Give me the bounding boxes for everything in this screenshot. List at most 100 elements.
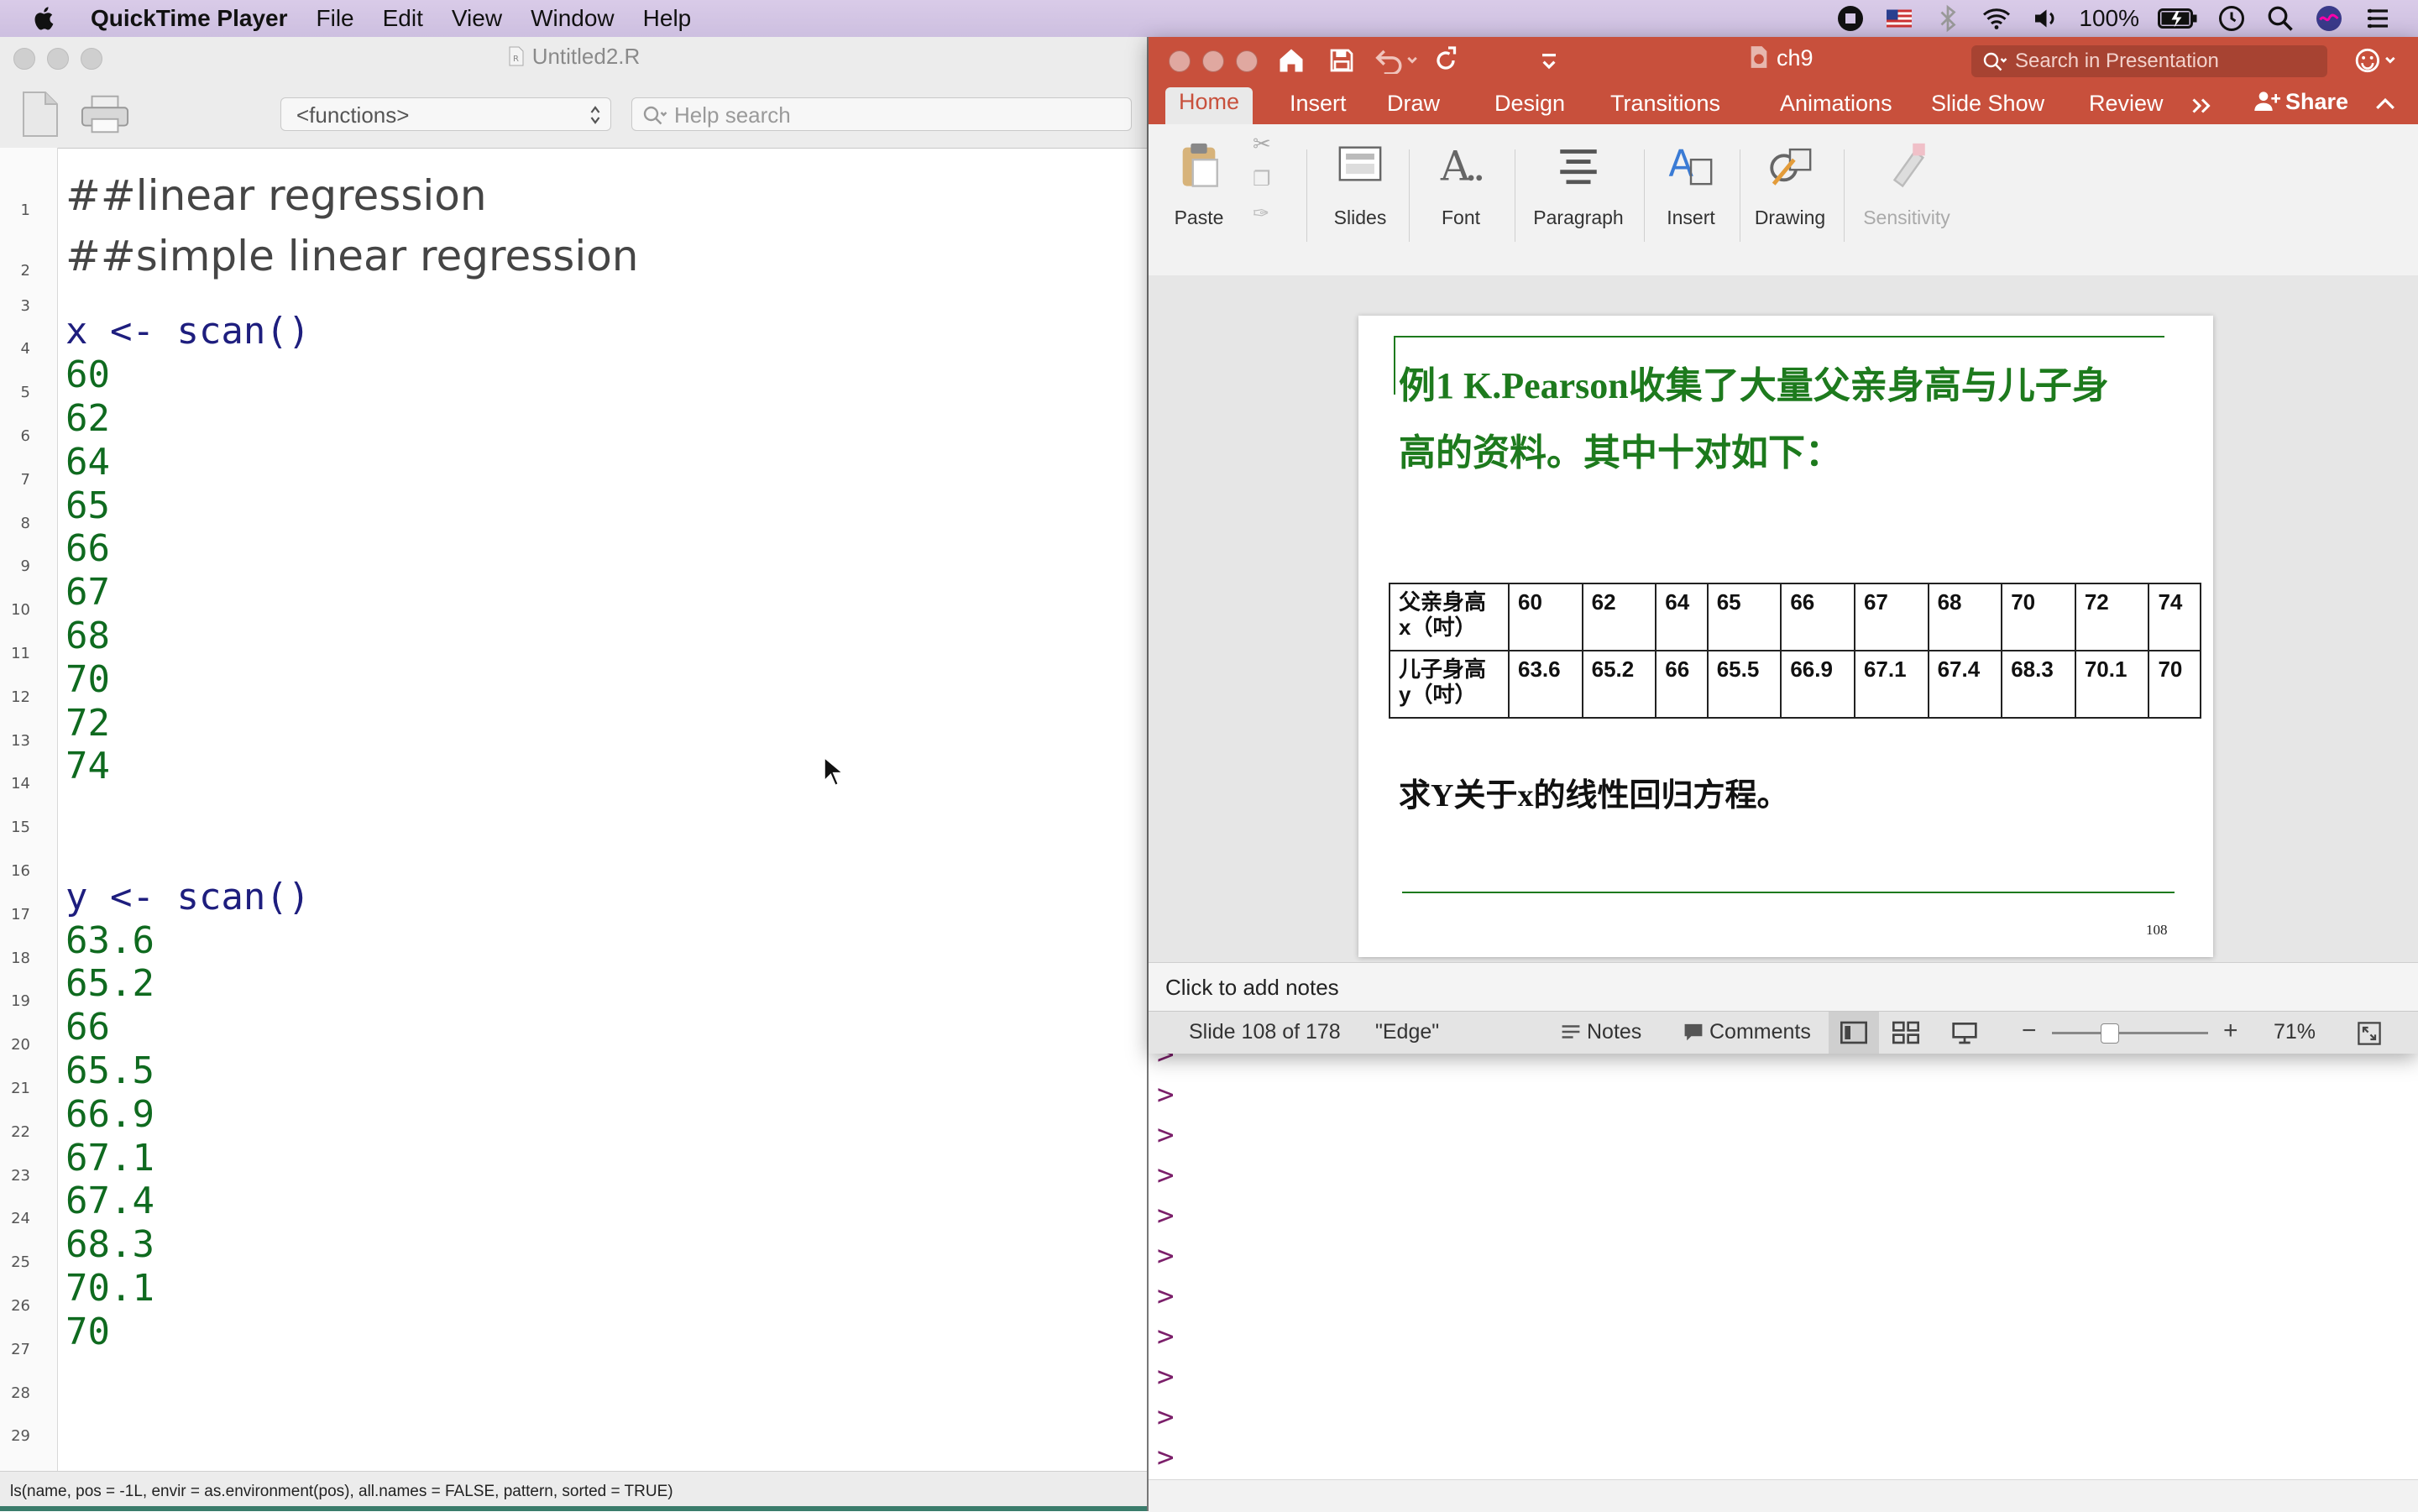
menu-edit[interactable]: Edit [383,5,423,32]
customize-toolbar-icon[interactable] [1538,47,1560,74]
search-icon [1983,52,2007,71]
table-cell: 60 [1508,583,1583,651]
code-line: x <- scan() [65,310,311,353]
slide-sorter-icon[interactable] [1892,1021,1919,1044]
help-search-input[interactable]: Help search [631,97,1132,131]
share-label: Share [2285,89,2349,114]
code-editor[interactable]: ##linear regression ##simple linear regre… [0,148,1147,1471]
editor-titlebar: R Untitled2.R [0,37,1147,80]
more-tabs-icon[interactable] [2190,96,2215,116]
ppt-doc-title-text: ch9 [1777,45,1814,71]
paste-label: Paste [1174,207,1224,228]
add-person-icon [2254,92,2280,111]
slide-left-rule [1394,336,1395,395]
normal-view-button[interactable] [1829,1012,1879,1054]
screen-record-icon[interactable] [1835,3,1866,34]
share-button[interactable]: Share [2253,89,2348,115]
clock-icon[interactable] [2216,3,2247,34]
drawing-button[interactable]: Drawing [1748,131,1832,229]
new-document-icon[interactable] [22,91,59,138]
zoom-out-button[interactable]: − [2022,1017,2037,1045]
ribbon-tabs: Home Insert Draw Design Transitions Anim… [1149,84,2418,127]
fit-to-window-icon[interactable] [2358,1022,2381,1045]
wifi-icon[interactable] [1981,3,2012,34]
zoom-slider[interactable] [2052,1032,2208,1034]
sensitivity-button[interactable]: Sensitivity [1852,131,1961,229]
drawing-label: Drawing [1754,207,1826,228]
ppt-close-button[interactable] [1169,50,1191,72]
slides-label: Slides [1333,207,1387,228]
ribbon-separator [1306,149,1307,242]
zoom-level[interactable]: 71% [2274,1020,2316,1044]
tab-slide-show[interactable]: Slide Show [1931,91,2044,117]
table-cell: 70.1 [2074,650,2150,719]
notes-pane[interactable]: Click to add notes [1149,962,2418,1011]
console-prompt: > [1157,1400,1175,1434]
comments-toggle-button[interactable]: Comments [1683,1020,1811,1044]
font-button[interactable]: A Font [1417,131,1505,229]
battery-charging-icon[interactable] [2158,3,2198,34]
tab-animations[interactable]: Animations [1780,91,1892,117]
editor-title: R Untitled2.R [0,44,1147,70]
cut-icon[interactable]: ✂ [1253,131,1298,157]
code-line: 66 [65,1006,110,1049]
undo-icon[interactable] [1374,47,1419,74]
redo-icon[interactable] [1431,45,1461,76]
menu-file[interactable]: File [317,5,354,32]
tab-review[interactable]: Review [2089,91,2164,117]
updown-chevron-icon [590,106,600,124]
paste-button[interactable]: Paste [1160,131,1238,229]
notes-toggle-button[interactable]: Notes [1560,1020,1641,1044]
spotlight-search-icon[interactable] [2265,3,2295,34]
ppt-minimize-button[interactable] [1202,50,1224,72]
ppt-search-placeholder: Search in Presentation [2015,50,2219,72]
bluetooth-icon[interactable] [1933,3,1963,34]
menu-help[interactable]: Help [643,5,692,32]
tab-transitions[interactable]: Transitions [1610,91,1720,117]
control-center-icon[interactable] [2363,3,2393,34]
slides-button[interactable]: Slides [1323,131,1397,229]
clipboard-actions: ✂ ❐ ✑ [1248,129,1298,226]
sensitivity-label: Sensitivity [1863,207,1950,228]
code-line: 70.1 [65,1267,154,1310]
tab-draw[interactable]: Draw [1387,91,1440,117]
print-icon[interactable] [81,94,129,134]
volume-icon[interactable] [2030,3,2060,34]
menu-window[interactable]: Window [531,5,615,32]
save-icon[interactable] [1328,47,1355,74]
insert-label: Insert [1667,207,1715,228]
functions-select[interactable]: <functions> [280,97,611,131]
home-icon[interactable] [1276,45,1306,76]
copy-icon[interactable]: ❐ [1253,167,1298,191]
smiley-feedback-icon[interactable] [2354,47,2400,74]
app-name[interactable]: QuickTime Player [91,5,288,32]
table-row-label: 父亲身高 x（吋） [1389,583,1510,651]
ppt-zoom-button[interactable] [1236,50,1258,72]
r-console[interactable]: > > > > > > > > > > > [1149,1038,2418,1511]
table-cell: 63.6 [1508,650,1583,719]
tab-design[interactable]: Design [1494,91,1565,117]
tab-home[interactable]: Home [1165,87,1253,127]
presenter-view-icon[interactable] [1951,1021,1978,1044]
us-flag-icon[interactable] [1884,3,1914,34]
slide-canvas: 例1 K.Pearson收集了大量父亲身高与儿子身 高的资料。其中十对如下： 父… [1149,275,2418,997]
comment-icon [1684,1023,1703,1041]
slide[interactable]: 例1 K.Pearson收集了大量父亲身高与儿子身 高的资料。其中十对如下： 父… [1358,316,2213,957]
format-painter-icon[interactable]: ✑ [1253,201,1298,226]
apple-icon[interactable] [30,4,59,33]
collapse-ribbon-icon[interactable] [2374,94,2396,114]
comments-toggle-label: Comments [1709,1020,1811,1044]
insert-button[interactable]: A Insert [1652,131,1730,229]
table-cell: 64 [1655,583,1709,651]
zoom-slider-handle[interactable] [2101,1023,2119,1044]
siri-icon[interactable] [2314,3,2344,34]
tab-insert[interactable]: Insert [1290,91,1347,117]
code-line: 66.9 [65,1092,154,1136]
paragraph-button[interactable]: Paragraph [1523,131,1634,229]
table-cell: 68.3 [2001,650,2076,719]
ppt-search-input[interactable]: Search in Presentation [1971,45,2327,77]
zoom-in-button[interactable]: + [2223,1017,2238,1045]
menu-view[interactable]: View [452,5,502,32]
code-line: 68.3 [65,1223,154,1267]
table-cell: 68 [1927,583,2003,651]
